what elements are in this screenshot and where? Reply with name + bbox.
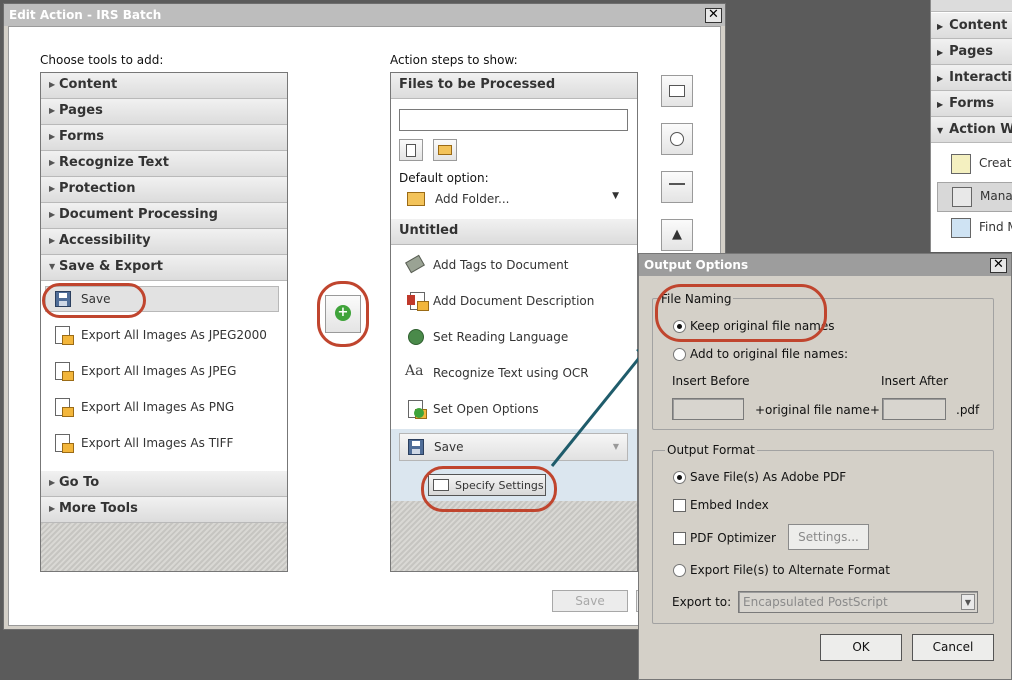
side-item-label: Find More Actions... xyxy=(979,220,1012,234)
pdf-optimizer-label: PDF Optimizer xyxy=(690,531,776,545)
keep-original-highlight-ring xyxy=(655,284,827,342)
embed-index-label: Embed Index xyxy=(690,498,769,512)
side-category-label: Pages xyxy=(949,44,993,59)
side-category-forms[interactable]: ▶ Forms xyxy=(931,91,1012,117)
side-item-find-more[interactable]: Find More Actions... xyxy=(931,214,1012,244)
side-category-pages[interactable]: ▶ Pages xyxy=(931,39,1012,65)
embed-index-checkbox[interactable] xyxy=(673,499,686,512)
close-icon[interactable]: ✕ xyxy=(990,258,1007,273)
triangle-right-icon: ▶ xyxy=(937,22,944,31)
callout-arrow-line xyxy=(550,351,646,467)
insert-after-label: Insert After xyxy=(881,374,949,388)
pdf-optimizer-checkbox[interactable] xyxy=(673,532,686,545)
extension-text: .pdf xyxy=(956,403,980,417)
output-options-dialog: Output Options ✕ File Naming Keep origin… xyxy=(638,253,1012,680)
insert-before-label: Insert Before xyxy=(672,374,750,388)
original-name-text: +original file name+ xyxy=(755,403,880,417)
create-action-icon xyxy=(951,154,971,174)
side-category-content-editing[interactable]: ▶ Content Editing xyxy=(931,13,1012,39)
tools-side-panel: ▶ Content Editing ▶ Pages ▶ Interactive Obj… xyxy=(930,0,1012,252)
triangle-right-icon: ▶ xyxy=(937,48,944,57)
ok-button[interactable]: OK xyxy=(820,634,902,661)
triangle-right-icon: ▶ xyxy=(937,100,944,109)
side-item-label: Manage Actions... xyxy=(980,189,1012,203)
export-alternate-radio[interactable] xyxy=(673,564,686,577)
side-category-interactive-objects[interactable]: ▶ Interactive Objects xyxy=(931,65,1012,91)
optimizer-settings-button[interactable]: Settings... xyxy=(788,524,869,550)
side-category-label: Action Wizard xyxy=(949,122,1012,137)
triangle-down-icon: ▼ xyxy=(937,126,944,135)
side-category-label: Content Editing xyxy=(949,18,1012,33)
chevron-down-icon: ▼ xyxy=(961,594,975,610)
cancel-button[interactable]: Cancel xyxy=(912,634,994,661)
save-as-pdf-label: Save File(s) As Adobe PDF xyxy=(690,470,847,484)
side-category-label: Interactive Objects xyxy=(949,70,1012,85)
export-to-label: Export to: xyxy=(672,595,732,609)
export-to-select[interactable]: Encapsulated PostScript ▼ xyxy=(738,591,978,613)
side-category-label: Forms xyxy=(949,96,995,111)
add-to-original-radio[interactable] xyxy=(673,348,686,361)
output-format-label: Output Format xyxy=(665,443,757,457)
export-alternate-label: Export File(s) to Alternate Format xyxy=(690,563,890,577)
find-actions-icon xyxy=(951,218,971,238)
side-item-manage-actions[interactable]: Manage Actions... xyxy=(937,182,1012,212)
manage-actions-icon xyxy=(952,187,972,207)
insert-after-field[interactable] xyxy=(882,398,946,420)
save-as-pdf-radio[interactable] xyxy=(673,471,686,484)
insert-before-field[interactable] xyxy=(672,398,744,420)
side-category-action-wizard[interactable]: ▼ Action Wizard xyxy=(931,117,1012,143)
output-options-title: Output Options xyxy=(639,254,1011,276)
triangle-right-icon: ▶ xyxy=(937,74,944,83)
export-to-value: Encapsulated PostScript xyxy=(743,595,888,609)
side-item-create-action[interactable]: Create New Action... xyxy=(931,150,1012,180)
side-item-label: Create New Action... xyxy=(979,156,1012,170)
add-to-original-label: Add to original file names: xyxy=(690,347,848,361)
